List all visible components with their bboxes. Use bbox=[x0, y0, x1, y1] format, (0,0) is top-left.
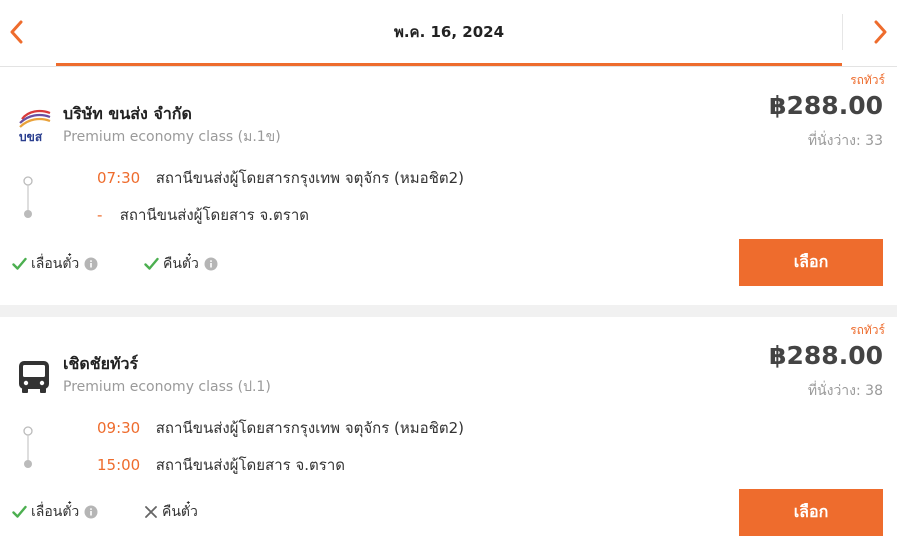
cross-icon bbox=[145, 506, 157, 518]
refund-label: คืนตั๋ว bbox=[162, 504, 198, 520]
refund-feature: คืนตั๋ว bbox=[144, 501, 198, 523]
bus-type-tag: รถทัวร์ bbox=[850, 323, 885, 337]
reschedule-label: เลื่อนตั๋ว bbox=[31, 504, 80, 520]
check-icon bbox=[12, 505, 27, 518]
reschedule-feature: เลื่อนตั๋ว bbox=[12, 501, 98, 523]
bks-logo-icon: บขส bbox=[19, 109, 51, 144]
bus-type-tag: รถทัวร์ bbox=[850, 73, 885, 87]
reschedule-label: เลื่อนตั๋ว bbox=[31, 256, 80, 272]
arrival-station: สถานีขนส่งผู้โดยสาร จ.ตราด bbox=[119, 206, 309, 224]
svg-text:บขส: บขส bbox=[19, 130, 43, 144]
trip-card: รถทัวร์ บขส บริษัท ขนส่ง จำกัด Premium e… bbox=[0, 67, 897, 305]
company-name: บริษัท ขนส่ง จำกัด bbox=[63, 104, 192, 123]
arrival-row: 15:00 สถานีขนส่งผู้โดยสาร จ.ตราด bbox=[97, 453, 345, 477]
selected-date-label: พ.ค. 16, 2024 bbox=[393, 22, 505, 41]
check-icon bbox=[12, 257, 27, 270]
reschedule-feature: เลื่อนตั๋ว bbox=[12, 253, 98, 275]
route-timeline-icon bbox=[23, 176, 33, 218]
select-trip-button[interactable]: เลือก bbox=[739, 489, 883, 536]
ticket-price: ฿288.00 bbox=[769, 341, 883, 370]
departure-row: 07:30 สถานีขนส่งผู้โดยสารกรุงเทพ จตุจักร… bbox=[97, 166, 464, 190]
info-icon[interactable] bbox=[84, 257, 98, 271]
bus-icon bbox=[19, 361, 49, 393]
departure-station: สถานีขนส่งผู้โดยสารกรุงเทพ จตุจักร (หมอช… bbox=[155, 419, 465, 437]
divider bbox=[842, 14, 843, 50]
departure-row: 09:30 สถานีขนส่งผู้โดยสารกรุงเทพ จตุจักร… bbox=[97, 416, 464, 440]
chevron-left-icon bbox=[10, 20, 23, 44]
arrival-row: - สถานีขนส่งผู้โดยสาร จ.ตราด bbox=[97, 203, 309, 227]
trip-card: รถทัวร์ เชิดชัยทัวร์ Premium economy cla… bbox=[0, 317, 897, 555]
ticket-price: ฿288.00 bbox=[769, 91, 883, 120]
arrival-time: 15:00 bbox=[97, 456, 141, 474]
next-date-button[interactable] bbox=[867, 14, 895, 50]
arrival-station: สถานีขนส่งผู้โดยสาร จ.ตราด bbox=[155, 456, 345, 474]
previous-date-button[interactable] bbox=[2, 14, 30, 50]
selected-date-tab[interactable]: พ.ค. 16, 2024 bbox=[56, 0, 842, 66]
info-icon[interactable] bbox=[84, 505, 98, 519]
refund-feature: คืนตั๋ว bbox=[144, 253, 218, 275]
service-class: Premium economy class (ป.1) bbox=[63, 379, 271, 395]
company-logo bbox=[16, 355, 52, 395]
select-trip-button[interactable]: เลือก bbox=[739, 239, 883, 286]
company-name: เชิดชัยทัวร์ bbox=[63, 354, 139, 373]
info-icon[interactable] bbox=[204, 257, 218, 271]
available-seats: ที่นั่งว่าง: 33 bbox=[807, 133, 883, 149]
departure-time: 07:30 bbox=[97, 169, 141, 187]
service-class: Premium economy class (ม.1ข) bbox=[63, 129, 281, 145]
check-icon bbox=[144, 257, 159, 270]
date-navigation-bar: พ.ค. 16, 2024 bbox=[0, 0, 897, 67]
available-seats: ที่นั่งว่าง: 38 bbox=[807, 383, 883, 399]
route-timeline-icon bbox=[23, 426, 33, 468]
chevron-right-icon bbox=[874, 20, 887, 44]
departure-station: สถานีขนส่งผู้โดยสารกรุงเทพ จตุจักร (หมอช… bbox=[155, 169, 465, 187]
departure-time: 09:30 bbox=[97, 419, 141, 437]
arrival-time: - bbox=[97, 206, 103, 224]
refund-label: คืนตั๋ว bbox=[163, 256, 199, 272]
company-logo: บขส bbox=[16, 105, 52, 145]
